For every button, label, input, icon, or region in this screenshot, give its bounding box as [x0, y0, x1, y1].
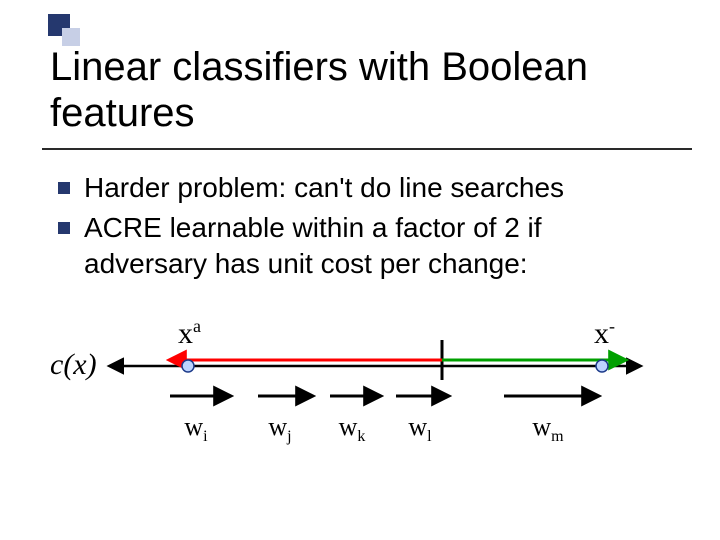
- title-rule: [42, 148, 692, 150]
- slide-title: Linear classifiers with Boolean features: [50, 44, 670, 136]
- point-xneg: [596, 360, 608, 372]
- w-label-k: wk: [332, 412, 372, 446]
- w-sub: i: [203, 428, 207, 445]
- w-label-i: wi: [176, 412, 216, 446]
- bullet-marker-icon: [58, 222, 70, 234]
- w-sub: k: [357, 428, 365, 445]
- bullet-item: Harder problem: can't do line searches: [58, 170, 668, 206]
- point-xa: [182, 360, 194, 372]
- slide: Linear classifiers with Boolean features…: [0, 0, 720, 540]
- bullet-text: Harder problem: can't do line searches: [84, 170, 668, 206]
- diagram: c(x) xa x-: [50, 320, 670, 500]
- body-text: Harder problem: can't do line searches A…: [58, 170, 668, 285]
- bullet-item: ACRE learnable within a factor of 2 if a…: [58, 210, 668, 282]
- w-label-l: wl: [400, 412, 440, 446]
- w-label-m: wm: [528, 412, 568, 446]
- w-sub: j: [287, 428, 291, 445]
- bullet-text: ACRE learnable within a factor of 2 if a…: [84, 210, 668, 282]
- w-sub: m: [551, 428, 563, 445]
- w-sub: l: [427, 428, 431, 445]
- bullet-marker-icon: [58, 182, 70, 194]
- w-label-j: wj: [260, 412, 300, 446]
